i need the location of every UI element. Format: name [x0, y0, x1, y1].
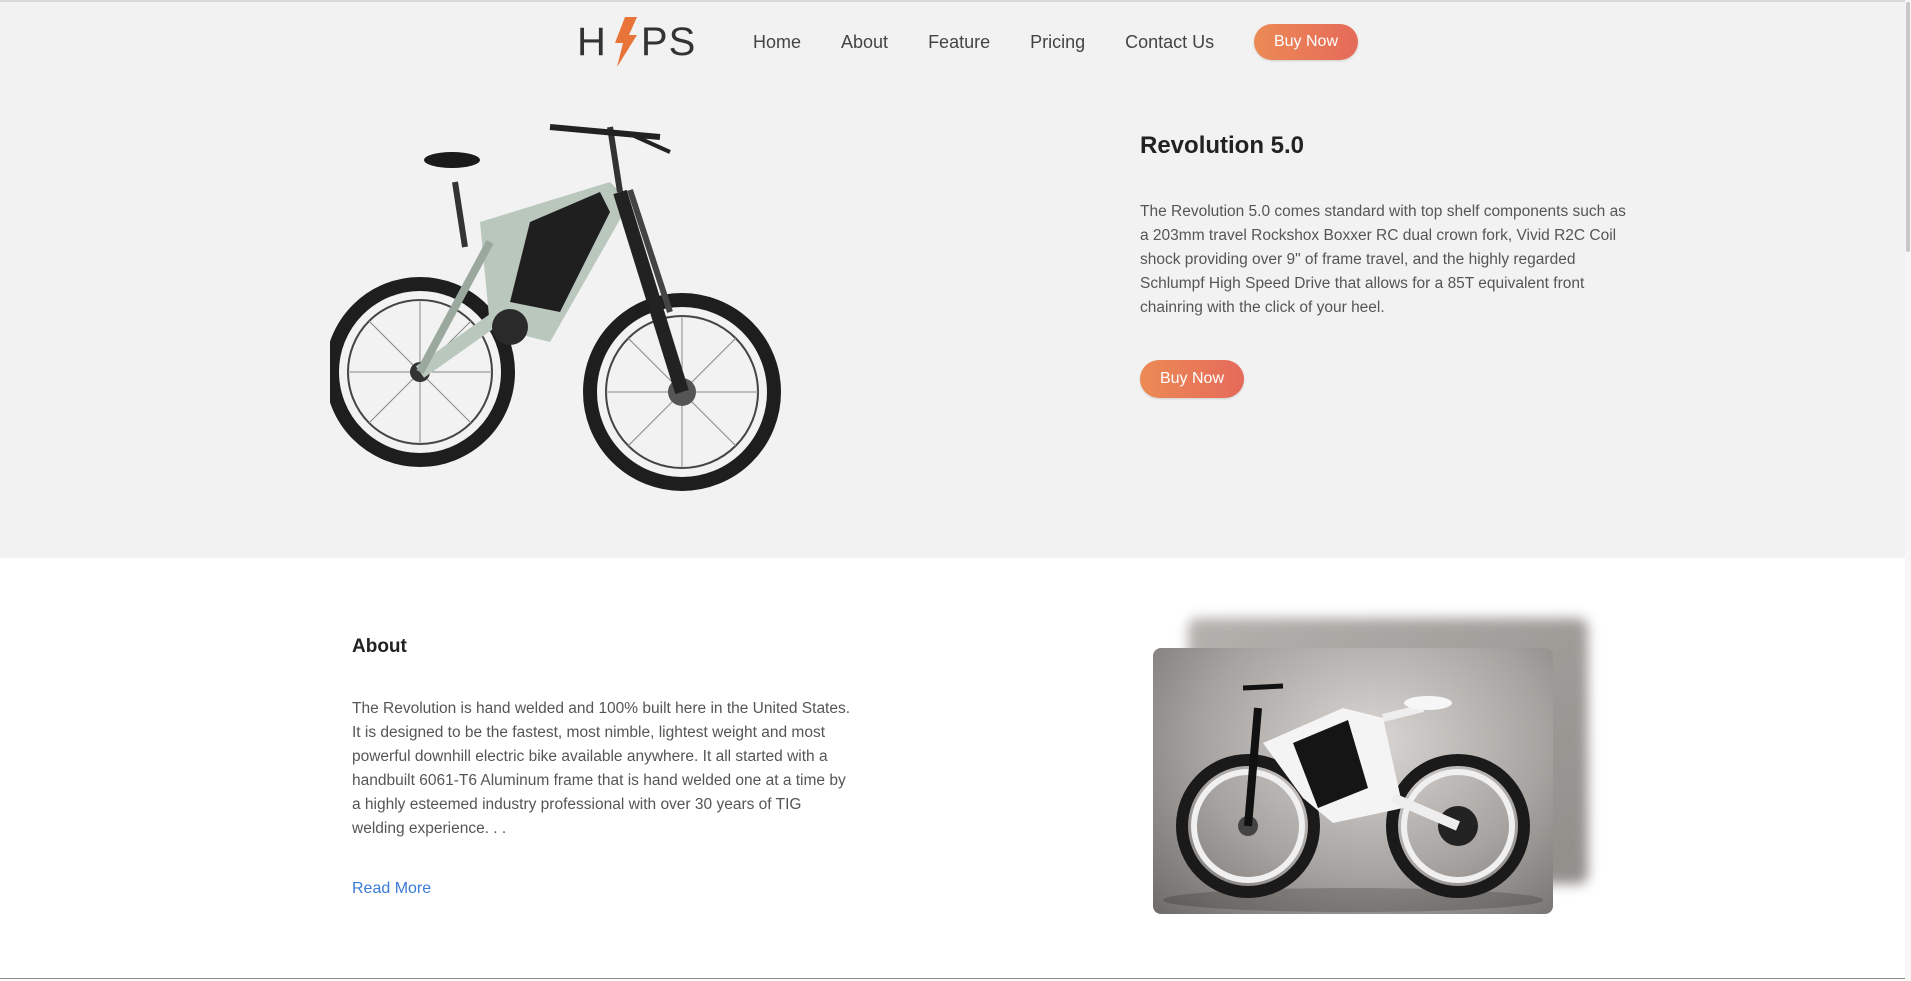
- navbar: H PS Home About Feature Pricing Contact …: [0, 2, 1905, 82]
- read-more-link[interactable]: Read More: [352, 880, 431, 898]
- hero-buy-now-button[interactable]: Buy Now: [1140, 360, 1244, 398]
- scrollbar-thumb[interactable]: [1906, 2, 1910, 252]
- hero-bike-image: [330, 124, 781, 491]
- nav-contact-link[interactable]: Contact Us: [1125, 32, 1214, 53]
- about-bike-photo: [1153, 648, 1553, 914]
- nav-links: Home About Feature Pricing Contact Us: [753, 32, 1254, 53]
- nav-pricing-link[interactable]: Pricing: [1030, 32, 1085, 53]
- nav-home-link[interactable]: Home: [753, 32, 801, 53]
- hero-title: Revolution 5.0: [1140, 132, 1305, 159]
- nav-buy-now-button[interactable]: Buy Now: [1254, 24, 1358, 60]
- scrollbar[interactable]: [1905, 0, 1911, 981]
- hero-section: H PS Home About Feature Pricing Contact …: [0, 2, 1905, 558]
- brand-logo[interactable]: H PS: [577, 16, 696, 68]
- about-title: About: [352, 636, 407, 657]
- about-description: The Revolution is hand welded and 100% b…: [352, 700, 851, 837]
- hero-description: The Revolution 5.0 comes standard with t…: [1140, 203, 1626, 316]
- nav-feature-link[interactable]: Feature: [928, 32, 990, 53]
- white-bike-illustration: [1163, 683, 1543, 912]
- nav-about-link[interactable]: About: [841, 32, 888, 53]
- lightning-bolt-icon: [614, 17, 637, 67]
- bottom-border: [0, 978, 1905, 979]
- logo-letter-right: PS: [640, 19, 697, 64]
- logo-letter-left: H: [577, 19, 607, 64]
